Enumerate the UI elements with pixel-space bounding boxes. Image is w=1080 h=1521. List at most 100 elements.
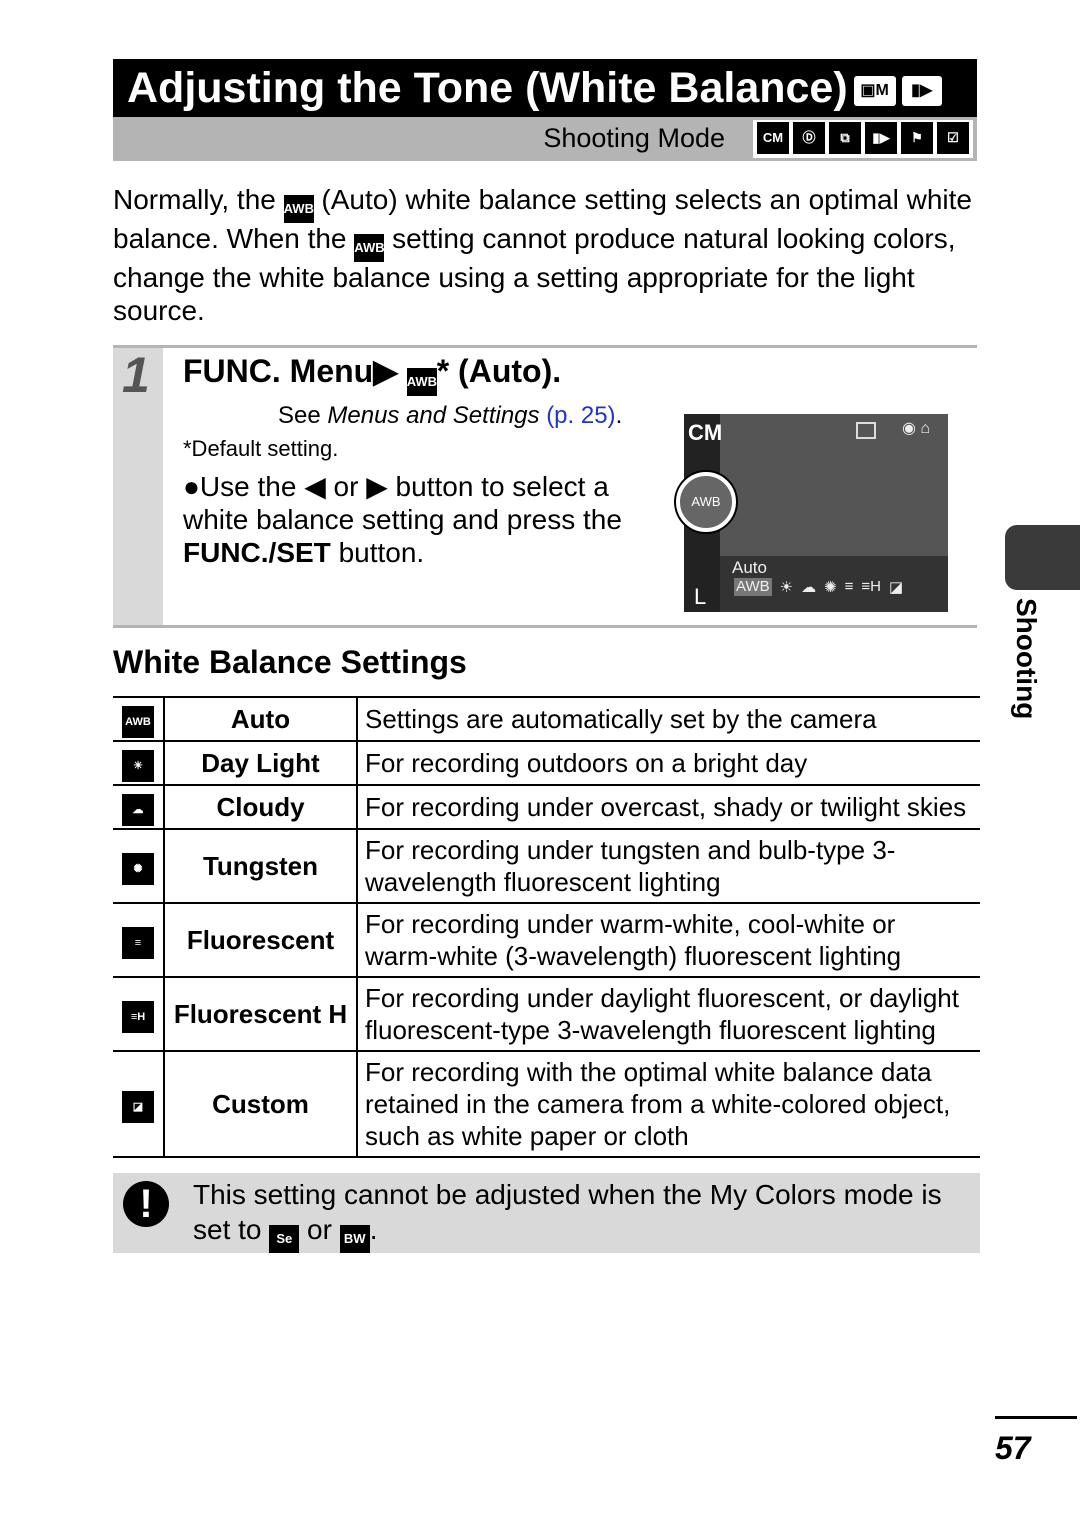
table-row: AWB Auto Settings are automatically set by… [113, 696, 980, 742]
text: AWB Auto Settings are automatically set by… [113, 696, 980, 1158]
caution-icon: ! [123, 1181, 169, 1227]
wb-option-auto[interactable]: AWB [734, 578, 772, 596]
table-row: ☀ Day Light For recording outdoors on a br… [113, 740, 980, 786]
table-cell: For recording under overcast, shady or t… [357, 784, 980, 830]
mode-icon-movie2: ☑ [937, 122, 969, 154]
page-title: Adjusting the Tone (White Balance) ▣M ▮▶ [113, 59, 977, 117]
note-text: This setting cannot be adjusted when the… [193, 1177, 973, 1253]
mode-icon-movie: ▮▶ [865, 122, 897, 154]
table-cell: Auto [164, 696, 358, 742]
wb-options: AWB ☀ ☁ ✺ ≡ ≡H ◪ [734, 578, 948, 596]
table-row: ✺ Tungsten For recording under tungsten an… [113, 828, 980, 904]
table-cell: AWB [113, 696, 165, 742]
bw-icon: BW [339, 1225, 370, 1253]
wb-selected-label: Auto [732, 558, 767, 577]
table-cell: ≡ [113, 902, 165, 978]
wb-option-custom[interactable]: ◪ [889, 578, 903, 596]
text: or [333, 471, 359, 502]
fluorescent-icon: ≡ [122, 927, 154, 959]
custom-wb-icon: ◪ [122, 1091, 154, 1123]
text: button. [338, 537, 425, 568]
wb-option-cloudy[interactable]: ☁ [801, 578, 816, 596]
shooting-mode-bar: Shooting Mode CM Ⓓ ⧉ ▮▶ ⚑ ☑ [113, 117, 977, 161]
awb-icon: AWB [406, 368, 437, 396]
text: . [615, 402, 623, 429]
table-cell: For recording outdoors on a bright day [357, 740, 980, 786]
awb-icon: AWB [122, 706, 154, 738]
wb-selected-circle: AWB [676, 472, 736, 532]
right-arrow-icon: ▶ [366, 471, 388, 502]
mode-icon-sport: ⚑ [901, 122, 933, 154]
table-cell: For recording under tungsten and bulb-ty… [357, 828, 980, 904]
caution-note: ! This setting cannot be adjusted when t… [113, 1173, 980, 1253]
intro-paragraph: Normally, the AWB (Auto) white balance s… [113, 184, 983, 327]
step-heading: FUNC. Menu▶ AWB* (Auto). [183, 352, 561, 396]
text: See [278, 402, 328, 429]
see-reference: See Menus and Settings (p. 25). [278, 402, 622, 430]
table-cell: Settings are automatically set by the ca… [357, 696, 980, 742]
sepia-icon: Se [269, 1225, 300, 1253]
eye-icon: ◉ ⌂ [902, 420, 931, 437]
mode-icon-stitch: ⧉ [829, 122, 861, 154]
daylight-icon: ☀ [122, 750, 154, 782]
text: FUNC. Menu [183, 353, 374, 389]
text: This setting cannot be adjusted when the… [193, 1179, 942, 1245]
wb-option-daylight[interactable]: ☀ [780, 578, 793, 596]
mode-icon-scn: Ⓓ [793, 122, 825, 154]
fluorescent-h-icon: ≡H [122, 1001, 154, 1033]
table-cell: Tungsten [164, 828, 358, 904]
table-cell: ≡H [113, 976, 165, 1052]
table-cell: ☀ [113, 740, 165, 786]
text: * (Auto). [436, 353, 562, 389]
awb-icon: AWB [283, 195, 314, 223]
wb-settings-table: AWB Auto Settings are automatically set by… [113, 696, 980, 1158]
text: . [369, 1214, 378, 1245]
manual-page: Adjusting the Tone (White Balance) ▣M ▮▶ S… [0, 0, 1080, 1521]
table-cell: Fluorescent [164, 902, 358, 978]
table-cell: Custom [164, 1050, 358, 1158]
text: FUNC./SET [183, 537, 331, 568]
side-tab [1005, 525, 1080, 590]
mode-icons: CM Ⓓ ⧉ ▮▶ ⚑ ☑ [753, 120, 973, 158]
page-link[interactable]: (p. 25) [546, 402, 615, 429]
wb-option-fluorescent[interactable]: ≡ [845, 578, 854, 596]
table-cell: ☁ [113, 784, 165, 830]
title-text: Adjusting the Tone (White Balance) [127, 64, 848, 112]
table-cell: Day Light [164, 740, 358, 786]
table-cell: Cloudy [164, 784, 358, 830]
text: Use the [199, 471, 297, 502]
section-title: White Balance Settings [113, 644, 467, 680]
default-note: *Default setting. [183, 436, 339, 461]
text: Menus and Settings [327, 402, 540, 429]
wb-option-fluorescent-h[interactable]: ≡H [861, 578, 881, 596]
awb-icon: AWB [354, 234, 385, 262]
cloudy-icon: ☁ [122, 794, 154, 826]
arrow-right-icon: ▶ [373, 353, 398, 389]
page-number: 57 [995, 1430, 1031, 1466]
table-cell: For recording with the optimal white bal… [357, 1050, 980, 1158]
camera-m-icon: ▣M [853, 75, 896, 106]
table-row: ≡ Fluorescent For recording under warm-whi… [113, 902, 980, 978]
table-cell: For recording under warm-white, cool-whi… [357, 902, 980, 978]
left-arrow-icon: ◀ [304, 471, 326, 502]
shooting-mode-label: Shooting Mode [543, 123, 725, 153]
side-tab-label: Shooting [1011, 598, 1042, 720]
movie-icon: ▮▶ [901, 75, 942, 106]
page-number-rule [995, 1416, 1077, 1419]
table-cell: ◪ [113, 1050, 165, 1158]
wb-option-tungsten[interactable]: ✺ [824, 578, 837, 596]
wb-menu-bar: Auto AWB ☀ ☁ ✺ ≡ ≡H ◪ [720, 556, 948, 612]
frame-icon [856, 422, 876, 439]
mode-icon-cm: CM [757, 122, 789, 154]
step-instruction: ●Use the ◀ or ▶ button to select a white… [183, 471, 622, 568]
text: Normally, the [113, 184, 276, 215]
table-cell: ✺ [113, 828, 165, 904]
table-cell: For recording under daylight fluorescent… [357, 976, 980, 1052]
tungsten-icon: ✺ [122, 853, 154, 885]
size-indicator: L [694, 584, 707, 609]
table-cell: Fluorescent H [164, 976, 358, 1052]
text: or [307, 1214, 332, 1245]
table-row: ◪ Custom For recording with the optimal wh… [113, 1050, 980, 1158]
camera-screen: CM L AWB ◉ ⌂ Auto AWB ☀ ☁ ✺ ≡ ≡H ◪ [676, 414, 948, 612]
mode-indicator: CM [688, 420, 723, 445]
